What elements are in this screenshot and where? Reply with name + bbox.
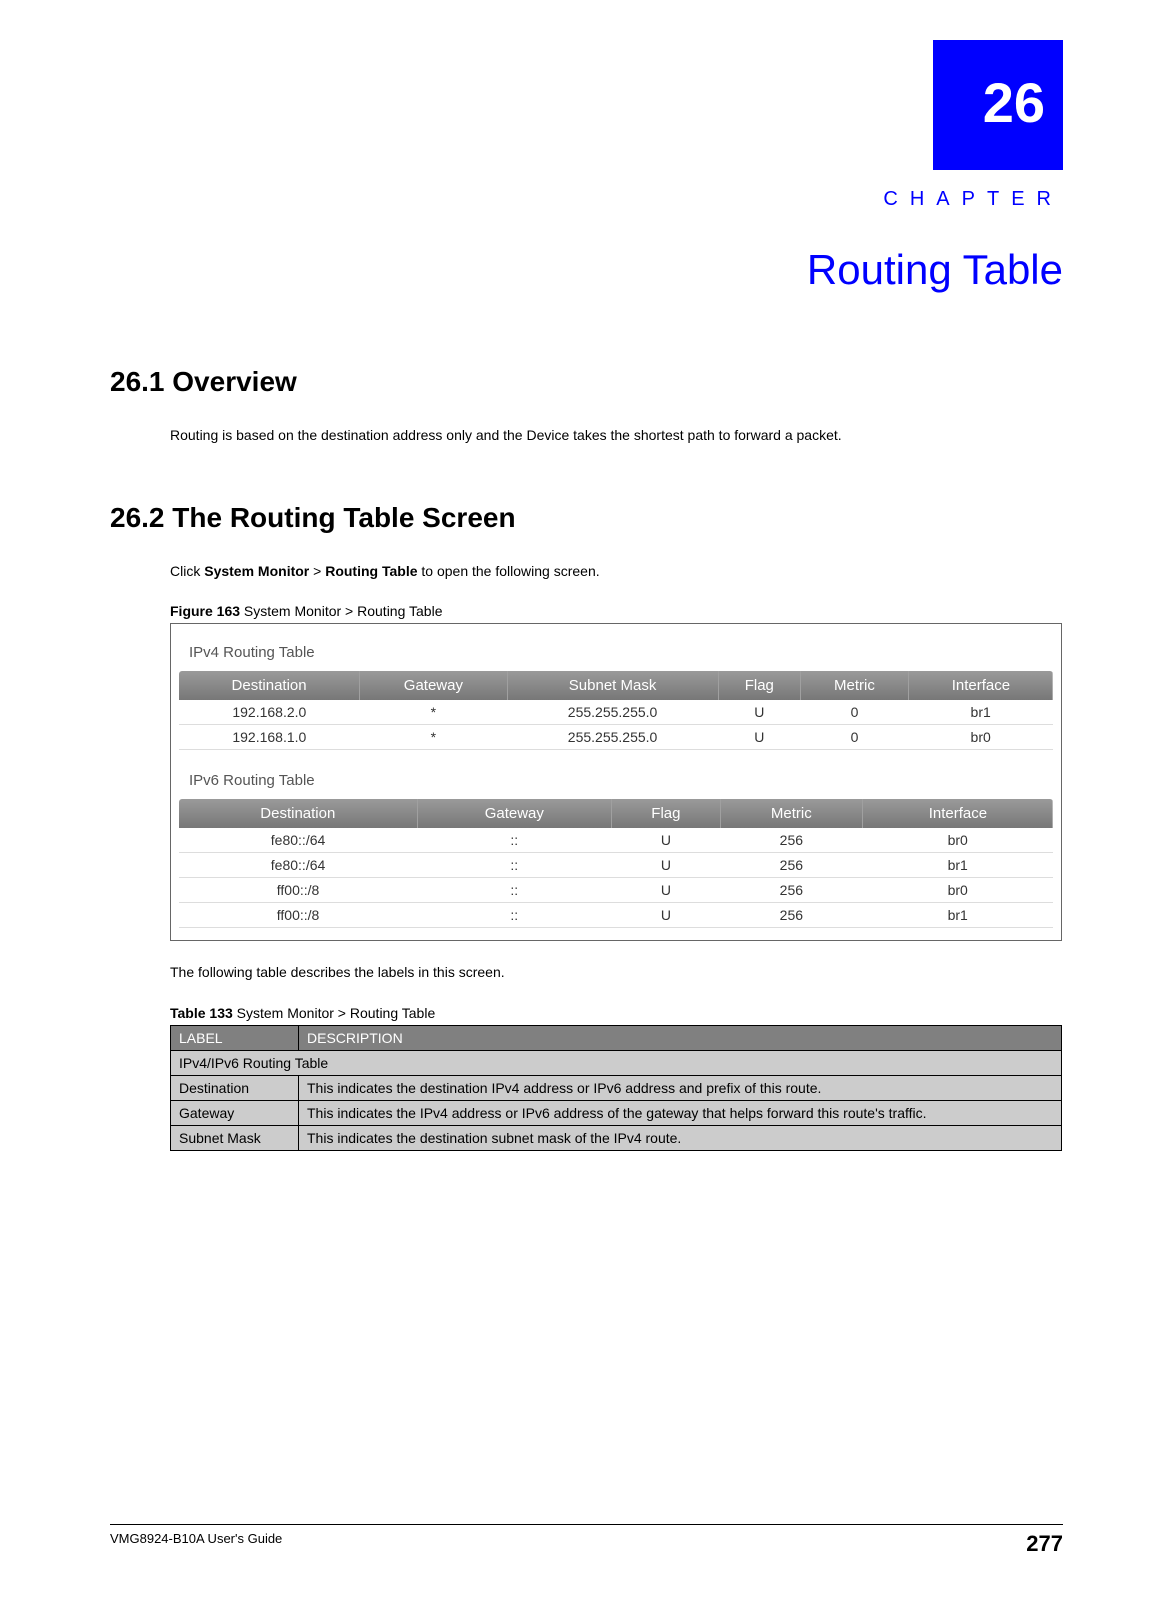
table-row: Subnet Mask This indicates the destinati… — [171, 1125, 1062, 1150]
cell: U — [718, 700, 801, 725]
chapter-number-box: 26 — [933, 40, 1063, 170]
desc-header-description: DESCRIPTION — [299, 1025, 1062, 1050]
chapter-title: Routing Table — [110, 246, 1063, 294]
embedded-screenshot: IPv4 Routing Table Destination Gateway S… — [170, 623, 1062, 941]
cell: 192.168.1.0 — [179, 725, 360, 750]
desc-label: Gateway — [171, 1100, 299, 1125]
ipv6-table-header-row: Destination Gateway Flag Metric Interfac… — [179, 799, 1053, 828]
footer-page-number: 277 — [1026, 1531, 1063, 1557]
col-interface: Interface — [862, 799, 1053, 828]
cell: br1 — [862, 903, 1053, 928]
figure-label-rest: System Monitor > Routing Table — [240, 603, 442, 619]
cell: :: — [417, 853, 611, 878]
cell: * — [360, 725, 507, 750]
cell: 0 — [801, 725, 909, 750]
col-metric: Metric — [801, 671, 909, 700]
table-row: ff00::/8 :: U 256 br0 — [179, 878, 1053, 903]
text-fragment: to open the following screen. — [418, 563, 600, 579]
section-heading-26-2: 26.2 The Routing Table Screen — [110, 502, 1063, 534]
table-caption-rest: System Monitor > Routing Table — [233, 1005, 435, 1021]
cell: ff00::/8 — [179, 903, 417, 928]
ipv4-panel-title: IPv4 Routing Table — [189, 644, 1053, 661]
cell: 256 — [720, 878, 862, 903]
table-row: Destination This indicates the destinati… — [171, 1075, 1062, 1100]
document-page: 26 CHAPTER Routing Table 26.1 Overview R… — [0, 0, 1163, 1597]
text-fragment: Click — [170, 563, 204, 579]
cell: * — [360, 700, 507, 725]
description-table: LABEL DESCRIPTION IPv4/IPv6 Routing Tabl… — [170, 1025, 1062, 1151]
ipv4-routing-table: Destination Gateway Subnet Mask Flag Met… — [179, 671, 1053, 750]
cell: 255.255.255.0 — [507, 725, 718, 750]
col-gateway: Gateway — [360, 671, 507, 700]
col-flag: Flag — [611, 799, 720, 828]
cell: br0 — [908, 725, 1053, 750]
figure-caption: Figure 163 System Monitor > Routing Tabl… — [170, 603, 1063, 619]
desc-header-row: LABEL DESCRIPTION — [171, 1025, 1062, 1050]
cell: :: — [417, 878, 611, 903]
col-destination: Destination — [179, 671, 360, 700]
cell: ff00::/8 — [179, 878, 417, 903]
cell: 256 — [720, 828, 862, 853]
col-gateway: Gateway — [417, 799, 611, 828]
footer-guide-name: VMG8924-B10A User's Guide — [110, 1531, 282, 1557]
cell: br0 — [862, 828, 1053, 853]
desc-value: This indicates the destination subnet ma… — [299, 1125, 1062, 1150]
cell: br1 — [908, 700, 1053, 725]
table-row: fe80::/64 :: U 256 br0 — [179, 828, 1053, 853]
cell: 255.255.255.0 — [507, 700, 718, 725]
cell: :: — [417, 903, 611, 928]
page-footer: VMG8924-B10A User's Guide 277 — [110, 1524, 1063, 1557]
cell: U — [611, 828, 720, 853]
desc-value: This indicates the destination IPv4 addr… — [299, 1075, 1062, 1100]
section-26-2-body: Click System Monitor > Routing Table to … — [170, 562, 1063, 582]
table-row: 192.168.1.0 * 255.255.255.0 U 0 br0 — [179, 725, 1053, 750]
ipv6-panel-title: IPv6 Routing Table — [189, 772, 1053, 789]
col-subnet-mask: Subnet Mask — [507, 671, 718, 700]
desc-label: Destination — [171, 1075, 299, 1100]
cell: U — [611, 853, 720, 878]
cell: 256 — [720, 903, 862, 928]
chapter-number: 26 — [983, 70, 1045, 135]
ipv4-table-header-row: Destination Gateway Subnet Mask Flag Met… — [179, 671, 1053, 700]
col-interface: Interface — [908, 671, 1053, 700]
desc-span-cell: IPv4/IPv6 Routing Table — [171, 1050, 1062, 1075]
section-heading-26-1: 26.1 Overview — [110, 366, 1063, 398]
table-row: fe80::/64 :: U 256 br1 — [179, 853, 1053, 878]
cell: br1 — [862, 853, 1053, 878]
table-caption-bold: Table 133 — [170, 1005, 233, 1021]
figure-label-bold: Figure 163 — [170, 603, 240, 619]
col-flag: Flag — [718, 671, 801, 700]
text-bold: Routing Table — [325, 563, 417, 579]
cell: U — [611, 903, 720, 928]
text-fragment: > — [309, 563, 325, 579]
desc-value: This indicates the IPv4 address or IPv6 … — [299, 1100, 1062, 1125]
table-caption: Table 133 System Monitor > Routing Table — [170, 1005, 1063, 1021]
chapter-label: CHAPTER — [110, 188, 1063, 211]
ipv6-routing-table: Destination Gateway Flag Metric Interfac… — [179, 799, 1053, 928]
table-row: ff00::/8 :: U 256 br1 — [179, 903, 1053, 928]
cell: :: — [417, 828, 611, 853]
cell: 256 — [720, 853, 862, 878]
section-26-1-body: Routing is based on the destination addr… — [170, 426, 1063, 446]
col-metric: Metric — [720, 799, 862, 828]
cell: br0 — [862, 878, 1053, 903]
cell: fe80::/64 — [179, 853, 417, 878]
cell: 192.168.2.0 — [179, 700, 360, 725]
cell: U — [718, 725, 801, 750]
cell: U — [611, 878, 720, 903]
desc-label: Subnet Mask — [171, 1125, 299, 1150]
cell: 0 — [801, 700, 909, 725]
table-row: 192.168.2.0 * 255.255.255.0 U 0 br1 — [179, 700, 1053, 725]
table-row: Gateway This indicates the IPv4 address … — [171, 1100, 1062, 1125]
description-table-container: LABEL DESCRIPTION IPv4/IPv6 Routing Tabl… — [170, 1025, 1062, 1151]
text-bold: System Monitor — [204, 563, 309, 579]
col-destination: Destination — [179, 799, 417, 828]
cell: fe80::/64 — [179, 828, 417, 853]
post-figure-text: The following table describes the labels… — [170, 963, 1063, 983]
table-row: IPv4/IPv6 Routing Table — [171, 1050, 1062, 1075]
desc-header-label: LABEL — [171, 1025, 299, 1050]
